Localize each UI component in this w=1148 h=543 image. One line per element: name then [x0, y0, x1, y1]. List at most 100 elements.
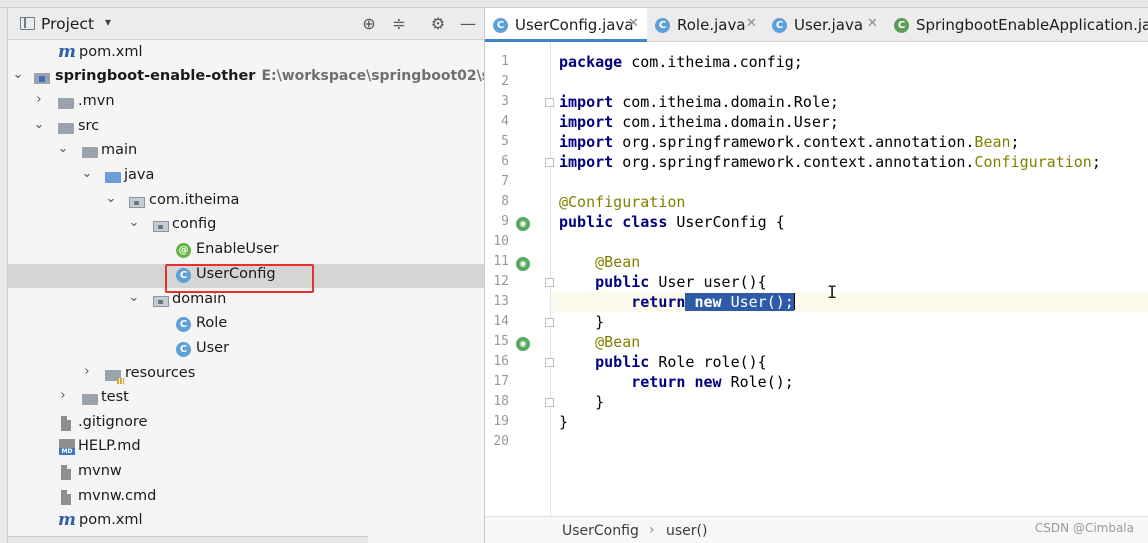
line-number: 6	[501, 154, 509, 169]
close-icon[interactable]: ✕	[867, 16, 878, 31]
collapse-all-icon[interactable]: ≑	[389, 14, 409, 33]
code-area[interactable]: package com.itheima.config; import com.i…	[551, 42, 1148, 516]
chevron-down-icon[interactable]: ▾	[105, 15, 111, 29]
text-caret	[793, 293, 795, 310]
top-breadcrumb-bar	[0, 0, 1148, 8]
line-number: 7	[501, 174, 509, 189]
tab-role-java[interactable]: C Role.java ✕	[647, 8, 764, 42]
close-icon[interactable]: ✕	[746, 16, 757, 31]
project-panel-title[interactable]: Project	[41, 15, 94, 33]
tree-item-com-itheima[interactable]: ⌄ com.itheima	[8, 190, 484, 214]
tree-item-test[interactable]: › test	[8, 387, 484, 411]
tree-item-label: HELP.md	[78, 438, 141, 454]
bottom-panel-edge	[8, 536, 368, 543]
tree-item-enableuser[interactable]: @ EnableUser	[8, 239, 484, 263]
tree-item-java[interactable]: ⌄ java	[8, 165, 484, 189]
tree-item-label: EnableUser	[196, 241, 279, 257]
project-panel-header: Project ▾ ⊕ ≑ ⚙ —	[8, 8, 484, 40]
chevron-down-icon[interactable]: ⌄	[81, 166, 93, 181]
line-number: 16	[493, 354, 509, 369]
tree-item-label: springboot-enable-other E:\workspace\spri…	[55, 68, 484, 84]
tree-item-gitignore[interactable]: .gitignore	[8, 412, 484, 436]
file-icon	[61, 490, 71, 505]
class-icon: C	[493, 18, 508, 33]
tree-item-label: UserConfig	[196, 266, 276, 282]
tree-item-label: .gitignore	[78, 414, 148, 430]
code-line: public User user(){	[595, 273, 767, 291]
tree-item-resources[interactable]: › resources	[8, 363, 484, 387]
tree-item-src[interactable]: ⌄ src	[8, 116, 484, 140]
code-line: }	[595, 313, 605, 331]
package-icon	[153, 221, 169, 232]
line-number: 18	[493, 394, 509, 409]
code-line: @Bean	[595, 253, 641, 271]
class-icon: C	[772, 18, 787, 33]
line-number: 10	[493, 234, 509, 249]
code-line: @Bean	[595, 333, 641, 351]
resources-folder-icon	[105, 370, 124, 384]
chevron-down-icon[interactable]: ⌄	[128, 290, 140, 305]
code-line: import org.springframework.context.annot…	[559, 153, 1101, 171]
tree-item-label: src	[78, 118, 100, 134]
folder-icon	[58, 123, 74, 134]
tab-label: UserConfig.java	[515, 16, 634, 34]
tree-item-role[interactable]: C Role	[8, 313, 484, 337]
spring-bean-gutter-icon[interactable]: ◉	[516, 337, 530, 351]
tree-item-mvn[interactable]: › .mvn	[8, 91, 484, 115]
tree-item-label: mvnw.cmd	[78, 488, 157, 504]
hide-panel-icon[interactable]: —	[458, 14, 478, 33]
tab-user-java[interactable]: C User.java ✕	[764, 8, 884, 42]
gear-icon[interactable]: ⚙	[428, 14, 448, 33]
tree-item-label: resources	[125, 365, 196, 381]
tree-item-module[interactable]: ⌄ springboot-enable-other E:\workspace\sp…	[8, 66, 484, 90]
chevron-right-icon[interactable]: ›	[33, 92, 45, 107]
folder-icon	[82, 394, 98, 405]
tab-userconfig-java[interactable]: C UserConfig.java ✕	[485, 8, 647, 42]
line-number: 13	[493, 294, 509, 309]
tree-item-user[interactable]: C User	[8, 338, 484, 362]
markdown-icon	[59, 439, 75, 455]
tree-item-main[interactable]: ⌄ main	[8, 140, 484, 164]
tree-item-mvnw[interactable]: mvnw	[8, 461, 484, 485]
tree-item-pom[interactable]: m pom.xml	[8, 510, 484, 534]
maven-icon: m	[58, 510, 76, 530]
breadcrumb-class[interactable]: UserConfig	[562, 523, 639, 539]
line-number: 3	[501, 94, 509, 109]
line-number: 17	[493, 374, 509, 389]
text-selection: new User();	[685, 293, 794, 311]
tab-label: User.java	[794, 16, 864, 34]
tree-item-pom-top[interactable]: m pom.xml	[8, 42, 484, 66]
chevron-down-icon[interactable]: ⌄	[33, 117, 45, 132]
project-panel-icon	[20, 17, 35, 30]
tree-item-mvnw-cmd[interactable]: mvnw.cmd	[8, 486, 484, 510]
tree-item-config[interactable]: ⌄ config	[8, 214, 484, 238]
tree-item-label: com.itheima	[149, 192, 240, 208]
line-number: 8	[501, 194, 509, 209]
code-line: return new Role();	[631, 373, 794, 391]
file-icon	[61, 465, 71, 480]
line-number: 1	[501, 54, 509, 69]
spring-config-gutter-icon[interactable]: ◉	[516, 217, 530, 231]
module-path: E:\workspace\springboot02\springb	[261, 68, 484, 84]
tree-item-label: config	[172, 216, 217, 232]
chevron-right-icon[interactable]: ›	[57, 388, 69, 403]
tree-item-userconfig[interactable]: C UserConfig	[8, 264, 484, 288]
chevron-down-icon[interactable]: ⌄	[12, 67, 24, 82]
maven-icon: m	[58, 42, 76, 62]
close-icon[interactable]: ✕	[628, 16, 639, 31]
line-number: 5	[501, 134, 509, 149]
breadcrumb-method[interactable]: user()	[666, 523, 707, 539]
tree-item-label: pom.xml	[79, 44, 143, 60]
chevron-down-icon[interactable]: ⌄	[128, 215, 140, 230]
locate-icon[interactable]: ⊕	[359, 14, 379, 33]
watermark: CSDN @Cimbala	[1034, 521, 1134, 535]
spring-bean-gutter-icon[interactable]: ◉	[516, 257, 530, 271]
tab-springbootenableapplication-java[interactable]: C SpringbootEnableApplication.java	[886, 8, 1148, 42]
chevron-down-icon[interactable]: ⌄	[57, 141, 69, 156]
tree-item-label: Role	[196, 315, 228, 331]
tree-item-help-md[interactable]: HELP.md	[8, 436, 484, 460]
chevron-down-icon[interactable]: ⌄	[105, 191, 117, 206]
code-line: public class UserConfig {	[559, 213, 785, 231]
chevron-right-icon[interactable]: ›	[81, 364, 93, 379]
tree-item-domain[interactable]: ⌄ domain	[8, 289, 484, 313]
